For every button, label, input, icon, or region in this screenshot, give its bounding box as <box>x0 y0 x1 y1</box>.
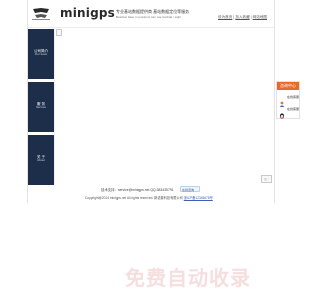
watermark-text: 免费自动收录 <box>125 266 251 290</box>
main-content-frame: ◫ ◦ <box>54 28 275 185</box>
logo-icon[interactable] <box>31 7 51 21</box>
online-service-item[interactable]: 在线客服 <box>279 94 300 107</box>
set-homepage-link[interactable]: 设为首页 <box>218 15 232 19</box>
broken-image-icon <box>56 29 62 36</box>
float-tool-button[interactable]: ◫ ◦ <box>261 175 272 183</box>
site-map-link[interactable]: 网站地图 <box>253 15 267 19</box>
service-panel: 咨询中心 在线客服 在线客服 <box>276 81 300 119</box>
footer-contact: 技术支持：service@minigps.net QQ:383435791 <box>101 188 174 192</box>
person-icon <box>279 94 285 107</box>
tagline-sub: Beststar base in positions can use lambd… <box>116 15 182 19</box>
logo-text[interactable]: minigps <box>60 6 115 20</box>
qq-icon <box>279 106 285 119</box>
qq-service-label: 在线客服 <box>287 107 300 111</box>
online-service-label: 在线客服 <box>287 95 300 99</box>
sidebar-item-company[interactable]: 公司简介 Our team <box>28 29 54 79</box>
sidebar-item-subtitle: Our team <box>34 52 48 56</box>
qq-chat-button[interactable]: 在线咨询 <box>180 186 200 192</box>
icp-link[interactable]: 浙ICP备12345678号 <box>184 196 213 200</box>
top-links: 设为首页 | 加入收藏 | 网站地图 <box>218 15 267 19</box>
add-favorite-link[interactable]: 加入收藏 <box>235 15 249 19</box>
site-header: minigps 专业基站数据提供商 基站数据定位等服务 Beststar bas… <box>28 0 274 28</box>
sidebar-item-service[interactable]: 服 务 Service <box>28 82 54 132</box>
sidebar-item-subtitle: About <box>37 158 45 162</box>
sidebar-item-subtitle: Service <box>35 105 46 109</box>
copyright-text: Copyright@2014 minigps.net All rights re… <box>85 196 183 200</box>
footer-copyright: Copyright@2014 minigps.net All rights re… <box>85 195 213 200</box>
site-page: minigps 专业基站数据提供商 基站数据定位等服务 Beststar bas… <box>27 0 275 203</box>
service-panel-title: 咨询中心 <box>277 82 299 90</box>
site-footer: 技术支持：service@minigps.net QQ:383435791 在线… <box>28 185 274 203</box>
qq-service-item[interactable]: 在线客服 <box>279 106 300 119</box>
sidebar-item-about[interactable]: 关 于 About <box>28 135 54 185</box>
